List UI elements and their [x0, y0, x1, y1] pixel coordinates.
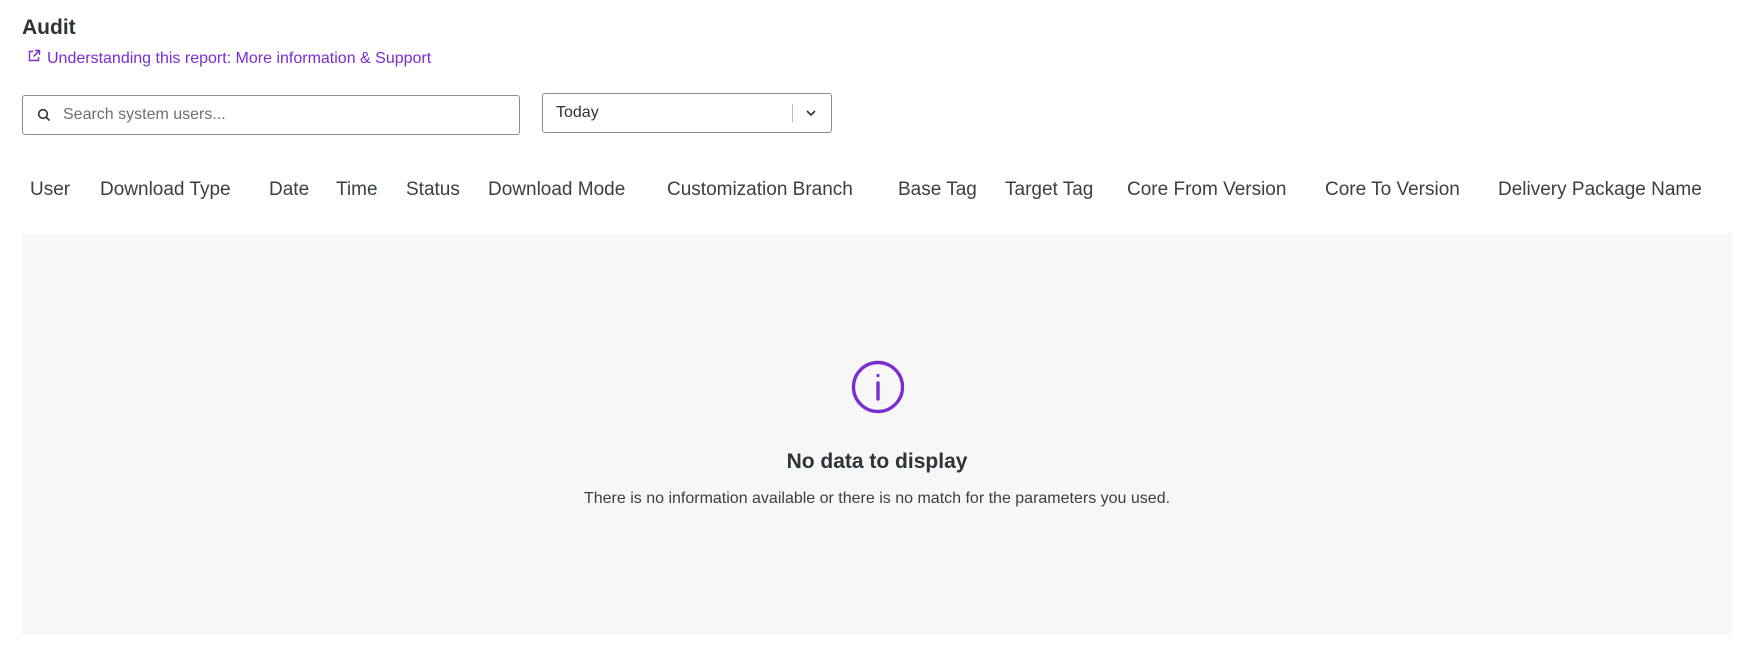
column-header-customization-branch[interactable]: Customization Branch [667, 179, 853, 201]
audit-page: Audit Understanding this report: More in… [0, 0, 1757, 671]
column-header-core-to-version[interactable]: Core To Version [1325, 179, 1460, 201]
column-header-date[interactable]: Date [269, 179, 309, 201]
empty-state-panel: No data to display There is no informati… [22, 234, 1732, 634]
date-range-value: Today [556, 104, 599, 121]
search-icon [37, 108, 51, 122]
column-header-download-type[interactable]: Download Type [100, 179, 231, 201]
table-header: User Download Type Date Time Status Down… [22, 170, 1732, 210]
select-divider [792, 104, 793, 122]
empty-state-message: There is no information available or the… [583, 490, 1171, 507]
empty-state-title: No data to display [786, 450, 968, 473]
column-header-delivery-package-name[interactable]: Delivery Package Name [1498, 179, 1702, 201]
search-input[interactable] [61, 105, 505, 125]
column-header-status[interactable]: Status [406, 179, 460, 201]
date-range-select[interactable]: Today [542, 93, 832, 133]
column-header-time[interactable]: Time [336, 179, 378, 201]
chevron-down-icon[interactable] [804, 106, 831, 120]
external-link-icon [27, 49, 41, 68]
search-box[interactable] [22, 95, 520, 135]
column-header-download-mode[interactable]: Download Mode [488, 179, 625, 201]
column-header-target-tag[interactable]: Target Tag [1005, 179, 1093, 201]
help-link-label: Understanding this report: More informat… [47, 49, 432, 67]
column-header-user[interactable]: User [30, 179, 70, 201]
column-header-base-tag[interactable]: Base Tag [898, 179, 977, 201]
help-link[interactable]: Understanding this report: More informat… [27, 49, 431, 68]
page-title: Audit [22, 16, 76, 39]
column-header-core-from-version[interactable]: Core From Version [1127, 179, 1286, 201]
